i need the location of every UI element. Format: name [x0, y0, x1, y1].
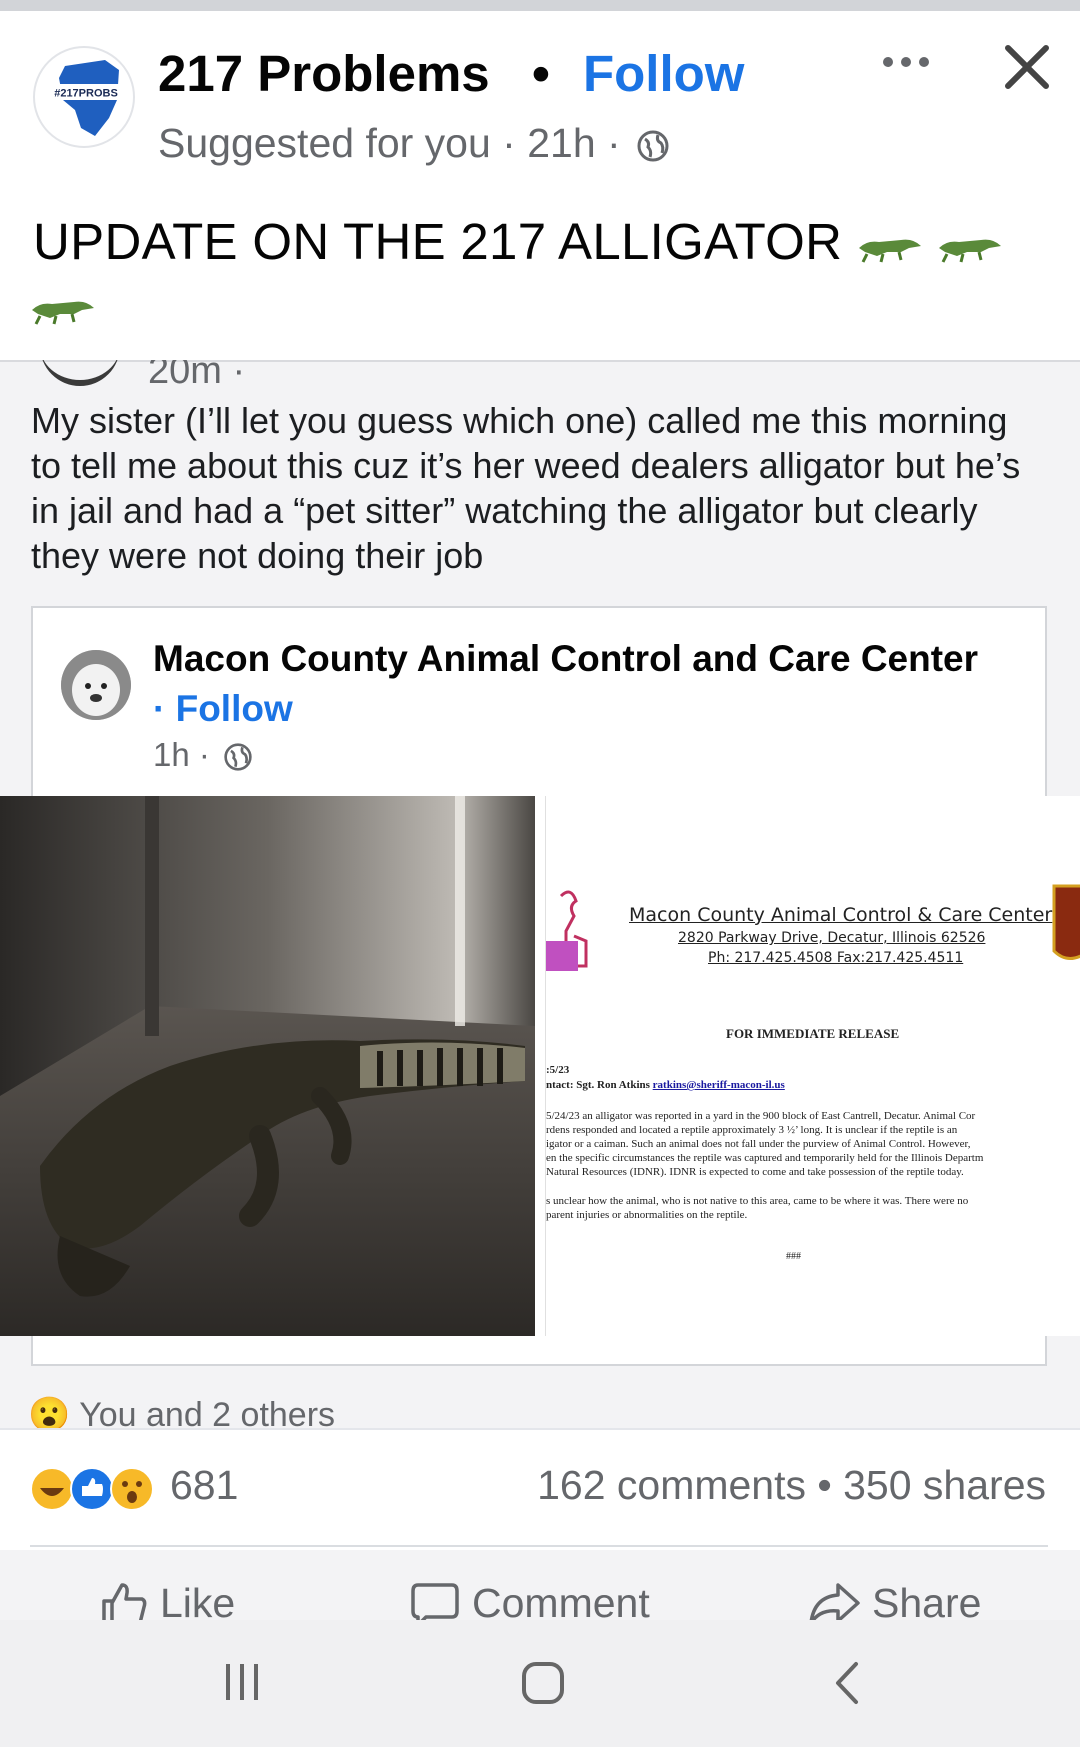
- reaction-icons[interactable]: [30, 1466, 160, 1512]
- back-button[interactable]: [832, 1660, 862, 1711]
- comments-shares-count[interactable]: 162 comments • 350 shares: [537, 1462, 1046, 1509]
- release-email-link[interactable]: ratkins@sheriff-macon-il.us: [653, 1079, 785, 1091]
- release-line: s unclear how the animal, who is not nat…: [546, 1195, 969, 1207]
- shelter-logo: [546, 890, 588, 971]
- release-address: 2820 Parkway Drive, Decatur, Illinois 62…: [678, 930, 986, 946]
- follow-button[interactable]: Follow: [583, 44, 744, 103]
- release-contact: ntact: Sgt. Ron Atkins ratkins@sheriff-m…: [546, 1079, 785, 1091]
- release-line: en the specific circumstances the reptil…: [546, 1152, 984, 1164]
- release-heading: FOR IMMEDIATE RELEASE: [726, 1026, 900, 1041]
- release-line: Natural Resources (IDNR). IDNR is expect…: [546, 1166, 964, 1178]
- alligator-photo[interactable]: [0, 796, 535, 1336]
- page-name[interactable]: 217 Problems: [158, 44, 490, 103]
- release-line: igator or a caiman. Such an animal does …: [546, 1138, 971, 1150]
- release-line: parent injuries or abnormalities on the …: [546, 1209, 748, 1221]
- release-line: 5/24/23 an alligator was reported in a y…: [546, 1110, 976, 1122]
- separator-dot: •: [532, 45, 550, 102]
- reaction-count[interactable]: 681: [170, 1462, 238, 1509]
- post-meta: Suggested for you · 21h ·: [158, 120, 670, 167]
- shelter-post-time: 1h ·: [153, 736, 253, 774]
- more-options-button[interactable]: [876, 42, 936, 82]
- page-avatar[interactable]: #217PROBS: [33, 46, 135, 148]
- alligator-emoji-icon: [939, 239, 1002, 263]
- shelter-follow-button[interactable]: · Follow: [153, 688, 293, 730]
- alligator-emoji-icon: [858, 239, 921, 263]
- press-release-image[interactable]: Macon County Animal Control & Care Cente…: [545, 796, 1080, 1336]
- shelter-name[interactable]: Macon County Animal Control and Care Cen…: [153, 638, 978, 680]
- release-end-mark: ###: [786, 1251, 801, 1262]
- back-icon: [836, 1662, 858, 1704]
- post-meta-text: Suggested for you · 21h ·: [158, 120, 621, 166]
- headline-emoji-row: [30, 288, 96, 328]
- alligator-emoji-icon: [32, 301, 94, 325]
- headline-text: UPDATE ON THE 217 ALLIGATOR: [33, 213, 843, 270]
- status-strip: [0, 0, 1080, 11]
- post-headline: UPDATE ON THE 217 ALLIGATOR: [33, 212, 1003, 271]
- home-button[interactable]: [520, 1660, 566, 1711]
- avatar-text: #217PROBS: [54, 88, 118, 100]
- action-bar: Like Comment Share: [0, 1552, 1080, 1627]
- globe-icon: [224, 743, 252, 771]
- release-line: rdens responded and located a reptile ap…: [546, 1124, 958, 1136]
- cut-off-avatar: [40, 360, 120, 386]
- post-stats: 681 162 comments • 350 shares: [0, 1428, 1080, 1550]
- home-icon: [522, 1662, 564, 1704]
- cut-off-meta: 20m ·: [148, 360, 246, 392]
- close-icon: [1005, 45, 1049, 89]
- release-org: Macon County Animal Control & Care Cente…: [629, 904, 1053, 926]
- recent-apps-button[interactable]: [222, 1660, 262, 1709]
- shelter-avatar[interactable]: [61, 650, 131, 720]
- recent-apps-icon: [226, 1664, 258, 1700]
- system-nav-bar: [0, 1620, 1080, 1747]
- release-phone: Ph: 217.425.4508 Fax:217.425.4511: [708, 950, 964, 966]
- divider: [30, 1545, 1048, 1547]
- release-paragraph-2: s unclear how the animal, who is not nat…: [546, 1194, 968, 1222]
- sheriff-badge: [1052, 884, 1080, 960]
- globe-icon: [637, 130, 669, 162]
- release-date: :5/23: [546, 1064, 570, 1076]
- more-horizontal-icon: [883, 57, 929, 67]
- release-paragraph-1: 5/24/23 an alligator was reported in a y…: [546, 1109, 983, 1179]
- shelter-time-text: 1h ·: [153, 736, 210, 773]
- shared-post-text: My sister (I’ll let you guess which one)…: [31, 400, 1021, 576]
- close-button[interactable]: [1000, 40, 1054, 94]
- release-contact-name: ntact: Sgt. Ron Atkins: [546, 1079, 650, 1091]
